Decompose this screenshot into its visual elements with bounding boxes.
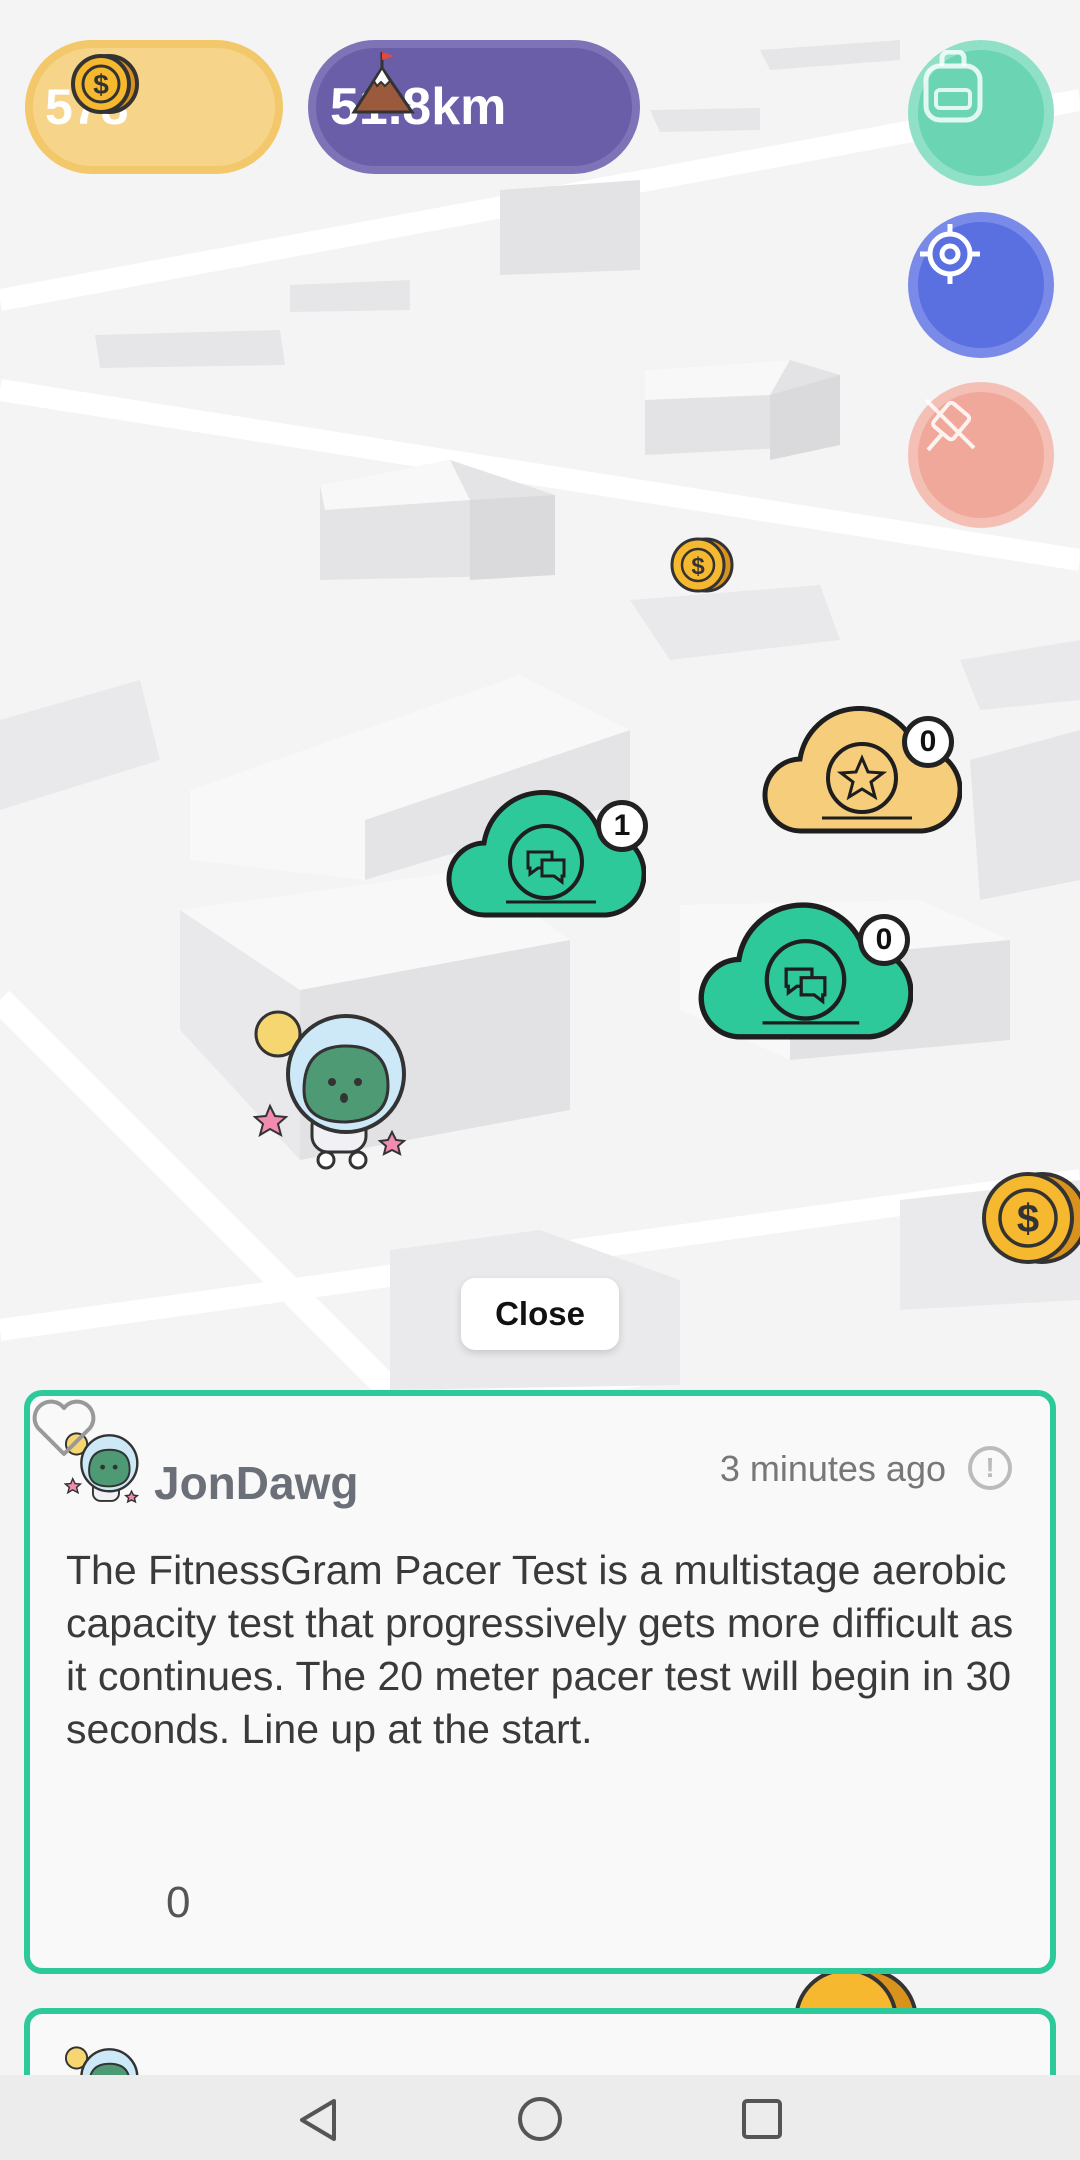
coin-balance-pill[interactable]: $ 578 — [25, 40, 283, 174]
close-button[interactable]: Close — [461, 1278, 619, 1350]
home-icon[interactable] — [516, 2095, 564, 2143]
marker-count-badge: 0 — [902, 716, 954, 768]
svg-text:$: $ — [93, 69, 109, 100]
coin-icon[interactable]: $ — [980, 1170, 1080, 1266]
post-body: The FitnessGram Pacer Test is a multista… — [66, 1547, 1014, 1752]
chat-cloud-marker[interactable]: 1 — [446, 790, 656, 925]
pin-off-icon — [924, 398, 976, 452]
system-nav-bar — [0, 2075, 1080, 2160]
marker-count-badge: 1 — [596, 800, 648, 852]
post-username[interactable]: JonDawg — [154, 1456, 358, 1510]
coin-icon: $ — [71, 54, 139, 114]
post-card[interactable]: JonDawg 3 minutes ago ! The FitnessGram … — [24, 1390, 1056, 1974]
chat-cloud-marker[interactable]: 0 — [698, 900, 918, 1050]
pin-toggle-button[interactable] — [908, 382, 1054, 528]
player-avatar-icon[interactable] — [252, 1010, 422, 1170]
like-count: 0 — [166, 1878, 191, 1927]
map-view[interactable]: $ 578 51.8km — [0, 0, 1080, 2075]
post-card-next[interactable] — [24, 2008, 1056, 2075]
star-cloud-marker[interactable]: 0 — [762, 706, 972, 841]
report-icon[interactable]: ! — [968, 1446, 1012, 1490]
mountain-flag-icon — [351, 52, 415, 114]
backpack-button[interactable] — [908, 40, 1054, 186]
distance-pill[interactable]: 51.8km — [308, 40, 640, 174]
user-avatar — [64, 2046, 139, 2075]
svg-text:$: $ — [691, 553, 705, 580]
crosshair-icon — [920, 224, 980, 284]
recents-icon[interactable] — [740, 2097, 784, 2141]
coin-icon[interactable]: $ — [668, 534, 738, 596]
backpack-icon — [923, 50, 983, 123]
heart-icon[interactable] — [30, 1396, 98, 1458]
post-timestamp: 3 minutes ago — [719, 1448, 946, 1489]
svg-text:$: $ — [1017, 1197, 1039, 1241]
locate-me-button[interactable] — [908, 212, 1054, 358]
marker-count-badge: 0 — [858, 914, 910, 966]
back-icon[interactable] — [296, 2097, 340, 2143]
